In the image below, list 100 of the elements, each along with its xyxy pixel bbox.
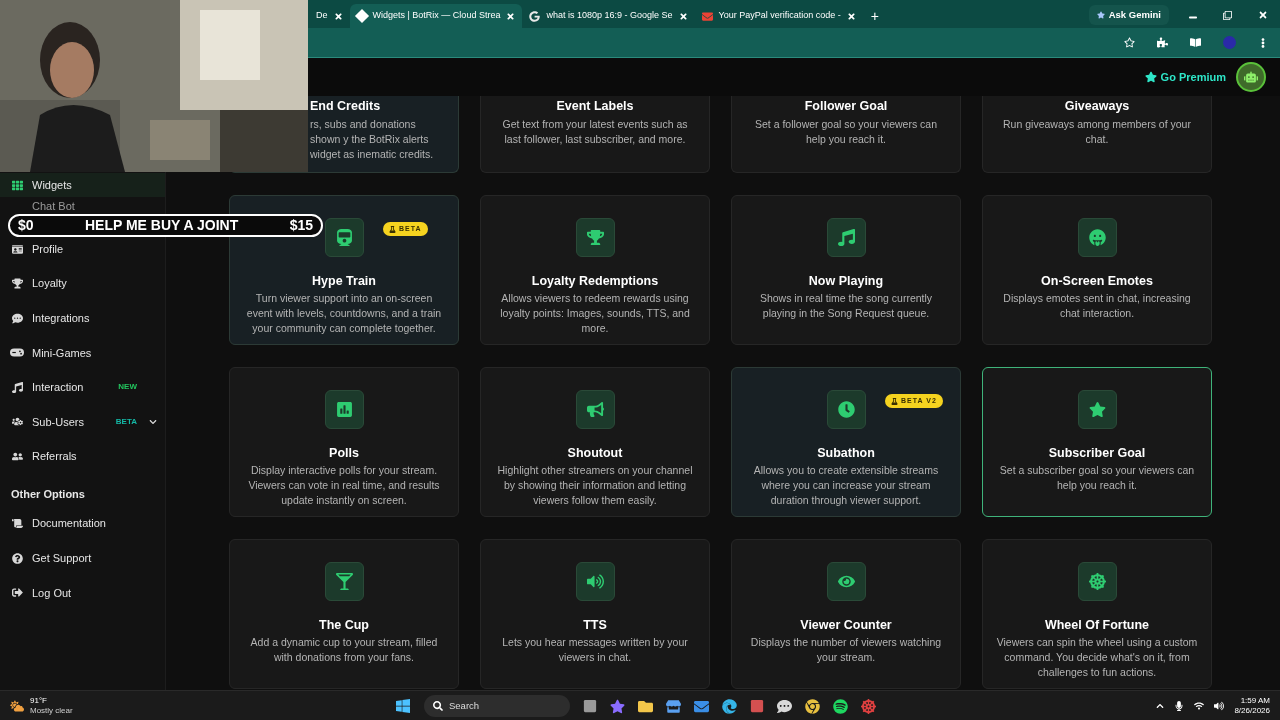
close-icon[interactable] — [506, 11, 516, 21]
card-title: Viewer Counter — [800, 617, 892, 633]
scroll-icon — [10, 516, 24, 531]
widget-card[interactable]: On-Screen Emotes Displays emotes sent in chat, increasing chat interaction. — [982, 195, 1212, 345]
card-description: Add a dynamic cup to your stream, filled with donations from your fans. — [249, 635, 439, 665]
user-avatar[interactable] — [1236, 62, 1266, 92]
store-icon[interactable] — [666, 698, 681, 714]
browser-tab[interactable]: what is 1080p 16:9 - Google Se — [522, 4, 695, 28]
trophy-icon — [10, 276, 24, 291]
widget-card[interactable]: Wheel Of Fortune Viewers can spin the wheel using a custom command. You decide what's on it, from challenges to fun actions. — [982, 539, 1212, 689]
sidebar-item[interactable]: Widgets — [0, 173, 165, 197]
card-title: Now Playing — [808, 273, 884, 289]
card-title: Polls — [329, 445, 359, 461]
folder-icon[interactable] — [638, 698, 653, 714]
close-icon[interactable] — [333, 11, 343, 21]
speaker-icon — [575, 562, 615, 601]
card-description: rs, subs and donations shown y the BotRix alerts widget as inematic credits. — [310, 117, 435, 162]
go-premium-link[interactable]: Go Premium — [1144, 68, 1226, 86]
card-title: Giveaways — [1064, 98, 1130, 114]
widget-card[interactable]: Shoutout Highlight other streamers on your channel by showing their information and letting viewers follow them easily. — [480, 367, 710, 517]
card-title: End Credits — [310, 98, 381, 114]
sidebar-item[interactable]: Loyalty — [0, 270, 165, 297]
close-icon[interactable] — [1258, 10, 1268, 20]
widget-card[interactable]: TTS Lets you hear messages written by your viewers in chat. — [480, 539, 710, 689]
sidebar-item[interactable]: Profile — [0, 236, 165, 262]
clock-date: 8/26/2026 — [1234, 705, 1270, 716]
new-tab-button[interactable]: + — [862, 4, 887, 28]
trophy-icon — [575, 218, 615, 257]
reading-mode-icon[interactable] — [1190, 37, 1201, 48]
sparkle-icon — [1096, 11, 1105, 19]
card-title: On-Screen Emotes — [1041, 273, 1153, 289]
task-view-icon[interactable] — [583, 699, 597, 713]
widget-card[interactable]: Giveaways Run giveaways among members of your chat. — [982, 96, 1212, 173]
sidebar-item[interactable]: Referrals — [0, 443, 165, 470]
megaphone-icon — [575, 390, 615, 429]
sidebar-item[interactable]: Sub-Users BETA — [0, 408, 165, 435]
grid-icon — [10, 178, 24, 192]
bookmark-star-icon[interactable] — [1124, 37, 1135, 48]
card-description: Set a subscriber goal so your viewers can help you reach it. — [998, 463, 1196, 493]
windows-logo-icon[interactable] — [395, 698, 411, 714]
close-icon[interactable] — [846, 11, 856, 21]
train-icon — [324, 218, 364, 257]
mail-icon[interactable] — [694, 698, 709, 714]
card-description: Shows in real time the song currently playing in the Song Request queue. — [758, 291, 934, 321]
help-icon — [10, 551, 24, 566]
edge-icon[interactable] — [722, 698, 737, 714]
card-title: The Cup — [319, 617, 369, 633]
volume-icon[interactable] — [1214, 700, 1225, 711]
card-description: Lets you hear messages written by your viewers in chat. — [501, 635, 689, 665]
weather-icon[interactable] — [10, 698, 24, 713]
widget-card[interactable]: Polls Display interactive polls for your stream. Viewers can vote in real time, and results update instantly on screen. — [229, 367, 459, 517]
goal-target-amount: $15 — [289, 216, 313, 235]
wifi-icon[interactable] — [1194, 700, 1205, 711]
grin-face-icon — [1077, 218, 1117, 257]
microphone-icon[interactable] — [1174, 700, 1185, 711]
app-icon[interactable] — [861, 698, 876, 714]
card-description: Turn viewer support into an on-screen event with levels, countdowns, and a train your community can complete together. — [245, 291, 443, 336]
card-description: Allows you to create extensible streams where you can increase your stream duration through viewer support. — [752, 463, 940, 508]
tray-expand-icon[interactable] — [1156, 701, 1165, 710]
chrome-icon[interactable] — [805, 698, 820, 714]
card-title: Subscriber Goal — [1048, 445, 1146, 461]
widget-card[interactable]: Follower Goal Set a follower goal so your viewers can help you reach it. — [731, 96, 961, 173]
app-icon[interactable] — [750, 699, 764, 713]
sidebar-section-heading: Other Options — [10, 487, 86, 503]
weather-condition: Mostly clear — [30, 705, 73, 716]
search-icon — [433, 701, 443, 711]
widget-card[interactable]: Subscriber Goal Set a subscriber goal so your viewers can help you reach it. — [982, 367, 1212, 517]
poll-icon — [324, 390, 364, 429]
gamepad-icon — [10, 345, 24, 360]
sidebar-item[interactable]: Chat Bot — [0, 199, 165, 213]
sidebar-item[interactable]: Log Out — [0, 579, 165, 606]
widget-card[interactable]: Loyalty Redemptions Allows viewers to redeem rewards using loyalty points: Images, sounds, TTS, and more. — [480, 195, 710, 345]
sidebar-item[interactable]: Mini-Games — [0, 339, 165, 366]
sidebar-item[interactable]: Interaction NEW — [0, 374, 165, 401]
card-title: Shoutout — [567, 445, 623, 461]
card-title: Event Labels — [556, 98, 634, 114]
ask-gemini-button[interactable]: Ask Gemini — [1088, 5, 1169, 25]
card-description: Run giveaways among members of your chat. — [1002, 117, 1192, 147]
sidebar-item[interactable]: Integrations — [0, 305, 165, 332]
widget-card[interactable]: Viewer Counter Displays the number of viewers watching your stream. — [731, 539, 961, 689]
close-icon[interactable] — [678, 11, 688, 21]
extensions-icon[interactable] — [1157, 37, 1168, 48]
widget-card[interactable]: The Cup Add a dynamic cup to your stream, filled with donations from your fans. — [229, 539, 459, 689]
browser-tab[interactable]: De — [309, 4, 350, 28]
browser-tab[interactable]: Your PayPal verification code - — [694, 4, 863, 28]
music-note-icon — [826, 218, 866, 257]
spotify-icon[interactable] — [833, 698, 848, 714]
sidebar-item[interactable]: Documentation — [0, 510, 165, 537]
clock-time: 1:59 AM — [1240, 695, 1270, 706]
widget-card[interactable]: Now Playing Shows in real time the song currently playing in the Song Request queue. — [731, 195, 961, 345]
chat-app-icon[interactable] — [777, 698, 792, 714]
chevron-icon[interactable] — [149, 417, 157, 426]
restore-icon[interactable] — [1223, 10, 1232, 20]
card-description: Allows viewers to redeem rewards using loyalty points: Images, sounds, TTS, and more. — [499, 291, 691, 336]
browser-tab[interactable]: Widgets | BotRix — Cloud Strea — [349, 4, 523, 28]
card-description: Set a follower goal so your viewers can help you reach it. — [753, 117, 939, 147]
sidebar-item[interactable]: Get Support — [0, 545, 165, 572]
taskbar-search-field[interactable]: Search — [424, 695, 570, 717]
card-description: Displays emotes sent in chat, increasing chat interaction. — [1002, 291, 1192, 321]
widget-card[interactable]: Event Labels Get text from your latest events such as last follower, last subscriber, and more. — [480, 96, 710, 173]
